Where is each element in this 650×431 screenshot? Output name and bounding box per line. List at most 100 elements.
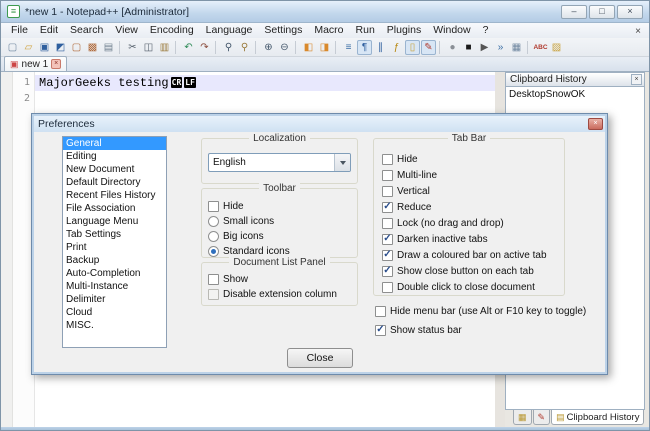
sync-horizontal-scroll-icon[interactable]: ◨ xyxy=(317,40,332,55)
cb-hide-menu-bar[interactable]: Hide menu bar (use Alt or F10 key to tog… xyxy=(375,304,586,319)
close-all-icon[interactable]: ▩ xyxy=(85,40,100,55)
menu-item[interactable]: View xyxy=(109,23,144,38)
panel-tab-icon: ✎ xyxy=(538,413,546,422)
plugin-icon[interactable]: ▨ xyxy=(549,40,564,55)
folder-as-workspace-icon[interactable]: ✎ xyxy=(421,40,436,55)
clipboard-item[interactable]: DesktopSnowOK xyxy=(506,87,644,102)
close-document-icon[interactable]: ▢ xyxy=(69,40,84,55)
checkbox-icon xyxy=(208,201,219,212)
checkbox-icon xyxy=(382,186,393,197)
toolbar-separator xyxy=(175,41,178,54)
panel-close-icon[interactable]: × xyxy=(631,74,642,85)
menu-item[interactable]: File xyxy=(5,23,34,38)
cb-show-status-bar[interactable]: Show status bar xyxy=(375,323,586,338)
tab-new-1[interactable]: ▣ new 1 × xyxy=(4,56,67,71)
menu-item[interactable]: Search xyxy=(64,23,109,38)
menu-item[interactable]: Window xyxy=(427,23,476,38)
minimize-button[interactable]: – xyxy=(561,5,587,19)
menu-item[interactable]: ? xyxy=(477,23,495,38)
menu-item[interactable]: Macro xyxy=(308,23,349,38)
misc-options: Hide menu bar (use Alt or F10 key to tog… xyxy=(375,304,586,338)
run-macro-multiple-icon[interactable]: » xyxy=(493,40,508,55)
pref-category-editing[interactable]: Editing xyxy=(63,150,166,163)
pref-category-new-document[interactable]: New Document xyxy=(63,163,166,176)
tab-label: new 1 xyxy=(22,59,49,70)
toolbar-separator xyxy=(215,41,218,54)
document-map-icon[interactable]: ▯ xyxy=(405,40,420,55)
word-wrap-icon[interactable]: ≡ xyxy=(341,40,356,55)
pref-category-tab-settings[interactable]: Tab Settings xyxy=(63,228,166,241)
panel-tab-doc-map[interactable]: ✎ xyxy=(533,410,551,425)
play-macro-icon[interactable]: ▶ xyxy=(477,40,492,55)
menu-item[interactable]: Language xyxy=(200,23,259,38)
cb-dlp-disable-extension-column[interactable]: Disable extension column xyxy=(208,287,357,302)
tab-close-icon[interactable]: × xyxy=(51,59,61,69)
cb-tabbar-coloured-bar[interactable]: Draw a coloured bar on active tab xyxy=(382,247,564,263)
cb-tabbar-double-click-close[interactable]: Double click to close document xyxy=(382,279,564,295)
close-button[interactable]: × xyxy=(617,5,643,19)
menu-item[interactable]: Settings xyxy=(258,23,308,38)
sync-vertical-scroll-icon[interactable]: ◧ xyxy=(301,40,316,55)
cb-tabbar-reduce[interactable]: Reduce xyxy=(382,199,564,215)
restore-button[interactable]: □ xyxy=(589,5,615,19)
radio-big-icons[interactable]: Big icons xyxy=(208,229,357,244)
pref-category-default-directory[interactable]: Default Directory xyxy=(63,176,166,189)
pref-category-backup[interactable]: Backup xyxy=(63,254,166,267)
pref-category-delimiter[interactable]: Delimiter xyxy=(63,293,166,306)
notepad-plus-plus-window: ≡ *new 1 - Notepad++ [Administrator] –□×… xyxy=(0,0,650,431)
zoom-in-icon[interactable]: ⊕ xyxy=(261,40,276,55)
pref-category-language-menu[interactable]: Language Menu xyxy=(63,215,166,228)
dialog-close-button[interactable]: Close xyxy=(287,348,353,368)
cb-tabbar-multi-line[interactable]: Multi-line xyxy=(382,167,564,183)
pref-category-recent-files-history[interactable]: Recent Files History xyxy=(63,189,166,202)
zoom-out-icon[interactable]: ⊖ xyxy=(277,40,292,55)
pref-category-multi-instance[interactable]: Multi-Instance xyxy=(63,280,166,293)
checkbox-icon xyxy=(375,306,386,317)
pref-category-file-association[interactable]: File Association xyxy=(63,202,166,215)
function-list-icon[interactable]: ƒ xyxy=(389,40,404,55)
cb-tabbar-hide[interactable]: Hide xyxy=(382,151,564,167)
toolbar-separator xyxy=(255,41,258,54)
pref-category-auto-completion[interactable]: Auto-Completion xyxy=(63,267,166,280)
radio-icon xyxy=(208,231,219,242)
indent-guide-icon[interactable]: ∥ xyxy=(373,40,388,55)
spell-check-icon[interactable]: ABC xyxy=(533,40,548,55)
dialog-close-icon[interactable]: × xyxy=(588,118,603,130)
save-all-icon[interactable]: ◩ xyxy=(53,40,68,55)
open-folder-icon[interactable]: ▱ xyxy=(21,40,36,55)
paste-icon[interactable]: ▥ xyxy=(157,40,172,55)
replace-icon[interactable]: ⚲ xyxy=(237,40,252,55)
panel-titlebar: Clipboard History × xyxy=(505,72,645,87)
cb-tabbar-darken-inactive[interactable]: Darken inactive tabs xyxy=(382,231,564,247)
cut-icon[interactable]: ✂ xyxy=(125,40,140,55)
menu-item[interactable]: Encoding xyxy=(144,23,200,38)
undo-icon[interactable]: ↶ xyxy=(181,40,196,55)
pref-category-misc[interactable]: MISC. xyxy=(63,319,166,332)
panel-tab-char-panel[interactable]: ▦ xyxy=(513,410,532,425)
find-icon[interactable]: ⚲ xyxy=(221,40,236,55)
cb-tabbar-close-button[interactable]: Show close button on each tab xyxy=(382,263,564,279)
cb-toolbar-hide[interactable]: Hide xyxy=(208,199,357,214)
copy-icon[interactable]: ◫ xyxy=(141,40,156,55)
cb-tabbar-vertical[interactable]: Vertical xyxy=(382,183,564,199)
save-macro-icon[interactable]: ▦ xyxy=(509,40,524,55)
menu-item[interactable]: Edit xyxy=(34,23,64,38)
menu-close-icon[interactable]: × xyxy=(635,24,641,39)
redo-icon[interactable]: ↷ xyxy=(197,40,212,55)
pref-category-general[interactable]: General xyxy=(63,137,166,150)
menu-item[interactable]: Plugins xyxy=(381,23,427,38)
record-macro-icon[interactable]: ● xyxy=(445,40,460,55)
panel-tab-clipboard-history[interactable]: ▤Clipboard History xyxy=(551,410,644,425)
pref-category-print[interactable]: Print xyxy=(63,241,166,254)
print-icon[interactable]: ▤ xyxy=(101,40,116,55)
pref-category-cloud[interactable]: Cloud xyxy=(63,306,166,319)
new-file-icon[interactable]: ▢ xyxy=(5,40,20,55)
localization-select[interactable]: English xyxy=(208,153,351,172)
show-all-characters-icon[interactable]: ¶ xyxy=(357,40,372,55)
radio-small-icons[interactable]: Small icons xyxy=(208,214,357,229)
stop-macro-icon[interactable]: ■ xyxy=(461,40,476,55)
cb-dlp-show[interactable]: Show xyxy=(208,272,357,287)
save-icon[interactable]: ▣ xyxy=(37,40,52,55)
cb-tabbar-lock[interactable]: Lock (no drag and drop) xyxy=(382,215,564,231)
menu-item[interactable]: Run xyxy=(350,23,381,38)
